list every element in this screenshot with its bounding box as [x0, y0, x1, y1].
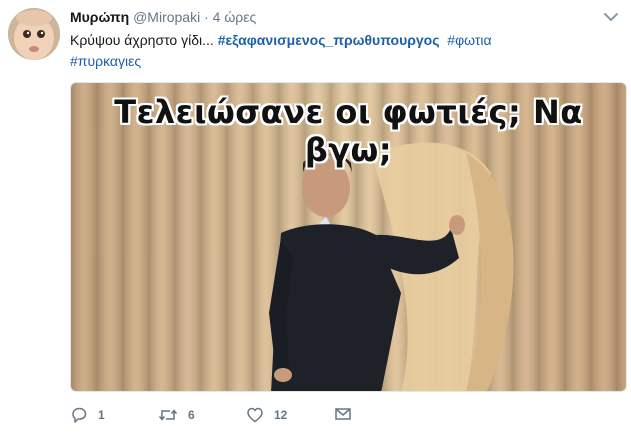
baby-face-icon [8, 8, 60, 60]
tweet-header: Μυρώπη @Miropaki · 4 ώρες [70, 8, 256, 26]
reply-icon [72, 407, 87, 423]
separator-dot: · [204, 9, 209, 25]
direct-message-button[interactable] [334, 406, 352, 422]
display-name[interactable]: Μυρώπη [70, 9, 129, 25]
like-count: 12 [274, 408, 288, 422]
reply-button[interactable]: 1 [70, 406, 105, 424]
envelope-icon [335, 408, 351, 420]
timestamp[interactable]: 4 ώρες [213, 9, 257, 25]
retweet-count: 6 [188, 408, 195, 422]
chevron-down-icon [604, 13, 618, 21]
reply-count: 1 [98, 408, 105, 422]
like-button[interactable]: 12 [246, 406, 287, 424]
meme-caption: Τελειώσανε οι φωτιές; Να βγω; [114, 93, 583, 169]
hashtag-link[interactable]: #πυρκαγιες [70, 53, 141, 69]
hashtag-link[interactable]: #εξαφανισμενος_πρωθυπουργος [218, 32, 440, 48]
tweet-menu-button[interactable] [603, 10, 619, 22]
heart-icon [247, 407, 263, 423]
retweet-button[interactable]: 6 [158, 406, 195, 424]
retweet-icon [158, 409, 178, 421]
avatar[interactable] [8, 8, 60, 60]
user-handle[interactable]: @Miropaki [133, 9, 200, 25]
tweet-image[interactable]: Τελειώσανε οι φωτιές; Να βγω; [70, 82, 627, 392]
tweet-card: Μυρώπη @Miropaki · 4 ώρες Κρύψου άχρηστο… [0, 0, 631, 433]
hashtag-link[interactable]: #φωτια [447, 32, 491, 48]
tweet-body: Κρύψου άχρηστο γίδι... [70, 32, 218, 48]
tweet-text: Κρύψου άχρηστο γίδι... #εξαφανισμενος_πρ… [70, 30, 610, 72]
